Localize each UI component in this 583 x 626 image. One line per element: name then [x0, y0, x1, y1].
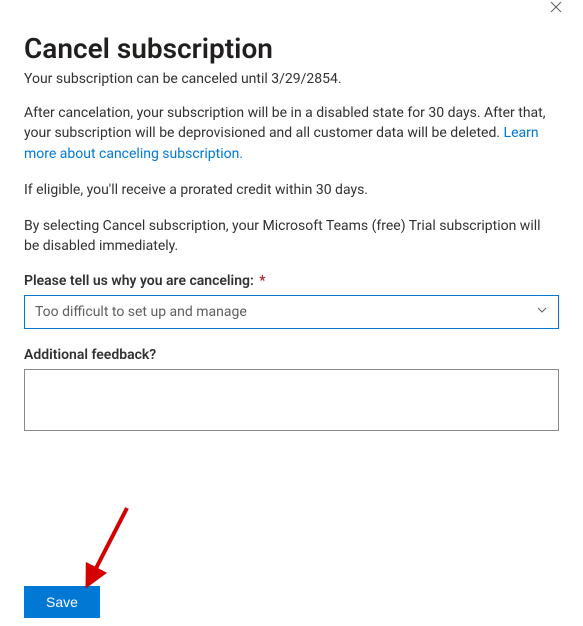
annotation-arrow [85, 500, 135, 594]
page-title: Cancel subscription [24, 32, 559, 65]
feedback-textarea[interactable] [24, 369, 559, 431]
immediate-disable-paragraph: By selecting Cancel subscription, your M… [24, 216, 559, 257]
close-icon [550, 1, 562, 16]
feedback-field: Additional feedback? [24, 347, 559, 435]
cancel-reason-selected-value: Too difficult to set up and manage [35, 304, 247, 320]
save-button[interactable]: Save [24, 586, 100, 618]
cancel-deadline-text: Your subscription can be canceled until … [24, 71, 559, 87]
feedback-label: Additional feedback? [24, 347, 559, 363]
chevron-down-icon [536, 304, 548, 320]
disabled-state-text: After cancelation, your subscription wil… [24, 105, 546, 141]
prorated-credit-paragraph: If eligible, you'll receive a prorated c… [24, 180, 559, 200]
cancel-reason-label-text: Please tell us why you are canceling: [24, 273, 254, 289]
disabled-state-paragraph: After cancelation, your subscription wil… [24, 103, 559, 164]
cancel-reason-field: Please tell us why you are canceling: * … [24, 273, 559, 329]
close-button[interactable] [544, 0, 568, 20]
required-indicator: * [259, 273, 265, 289]
cancel-reason-dropdown[interactable]: Too difficult to set up and manage [24, 295, 559, 329]
dialog-footer: Save [24, 586, 100, 618]
cancel-reason-label: Please tell us why you are canceling: * [24, 273, 559, 289]
cancel-subscription-panel: Cancel subscription Your subscription ca… [0, 0, 583, 626]
